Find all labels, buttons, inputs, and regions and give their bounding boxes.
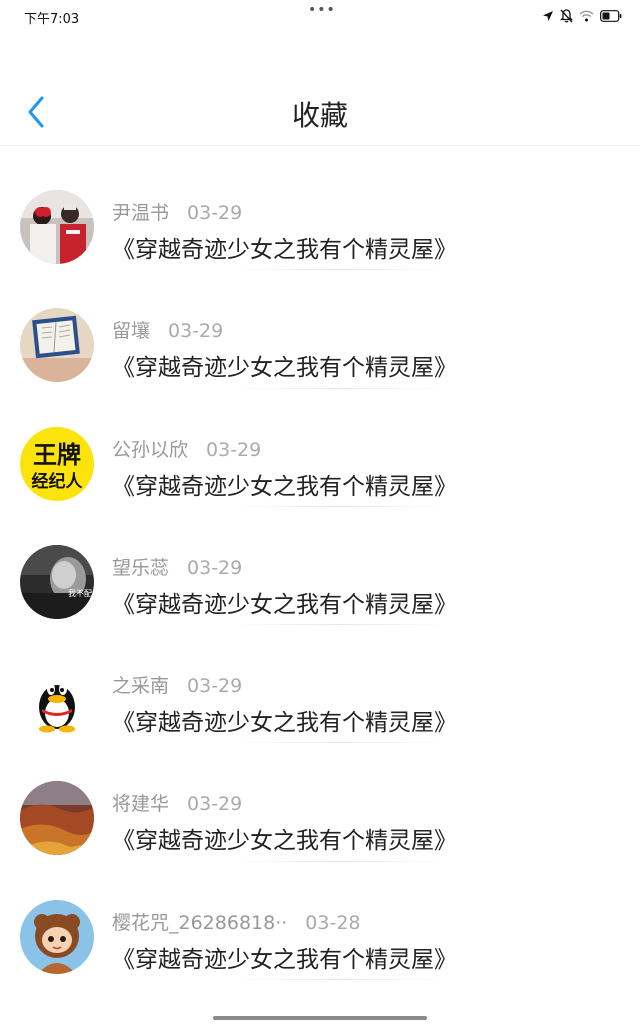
avatar[interactable]: 王牌 经纪人	[20, 426, 94, 501]
favorites-list: 尹温书 03-29 《穿越奇迹少女之我有个精灵屋》 留壤 03-29 《穿越奇迹…	[0, 150, 640, 981]
battery-icon	[600, 10, 622, 22]
book-title[interactable]: 《穿越奇迹少女之我有个精灵屋》	[112, 230, 457, 264]
status-time: 下午7:03	[24, 12, 80, 27]
username[interactable]: 留壤	[112, 316, 150, 343]
date: 03-29	[187, 202, 243, 224]
date: 03-29	[187, 793, 243, 816]
status-icons	[542, 8, 622, 24]
wifi-icon	[579, 10, 594, 22]
divider	[230, 979, 450, 981]
avatar[interactable]	[20, 781, 94, 856]
avatar[interactable]	[20, 663, 94, 738]
username[interactable]: 樱花咒_26286818··	[112, 908, 287, 935]
date: 03-29	[187, 556, 243, 579]
avatar[interactable]	[20, 899, 94, 974]
multitask-dots: •••	[308, 2, 336, 18]
date: 03-29	[187, 675, 243, 698]
item-meta: 公孙以欣 03-29	[112, 435, 261, 462]
book-title[interactable]: 《穿越奇迹少女之我有个精灵屋》	[112, 467, 457, 501]
page-title: 收藏	[291, 99, 348, 132]
item-meta: 之采南 03-29	[112, 671, 242, 698]
item-meta: 将建华 03-29	[112, 789, 242, 816]
nav-bar: 收藏	[0, 32, 640, 146]
avatar[interactable]	[20, 308, 94, 383]
avatar-caption: 我不配	[68, 588, 92, 598]
item-meta: 樱花咒_26286818·· 03-28	[112, 908, 361, 935]
item-meta: 望乐蕊 03-29	[112, 553, 242, 580]
status-bar: 下午7:03 •••	[0, 0, 640, 32]
username[interactable]: 尹温书	[112, 198, 169, 225]
username[interactable]: 望乐蕊	[112, 553, 169, 580]
username[interactable]: 公孙以欣	[112, 435, 188, 462]
list-item[interactable]: 我不配 望乐蕊 03-29 《穿越奇迹少女之我有个精灵屋》	[0, 505, 640, 626]
username[interactable]: 之采南	[112, 671, 169, 698]
avatar[interactable]: 我不配	[20, 544, 94, 619]
book-title[interactable]: 《穿越奇迹少女之我有个精灵屋》	[112, 703, 457, 737]
mute-icon	[560, 9, 573, 23]
avatar[interactable]	[20, 190, 94, 264]
avatar-text-bottom: 经纪人	[32, 471, 84, 492]
username[interactable]: 将建华	[112, 789, 169, 816]
item-meta: 尹温书 03-29	[112, 198, 242, 225]
item-meta: 留壤 03-29	[112, 316, 223, 343]
book-title[interactable]: 《穿越奇迹少女之我有个精灵屋》	[112, 940, 457, 974]
book-title[interactable]: 《穿越奇迹少女之我有个精灵屋》	[112, 348, 457, 382]
date: 03-29	[206, 438, 262, 461]
avatar-text-top: 王牌	[33, 441, 81, 469]
list-item[interactable]: 留壤 03-29 《穿越奇迹少女之我有个精灵屋》	[0, 268, 640, 389]
home-indicator[interactable]	[213, 1016, 427, 1020]
date: 03-28	[305, 911, 361, 934]
location-icon	[542, 10, 554, 22]
book-title[interactable]: 《穿越奇迹少女之我有个精灵屋》	[112, 821, 457, 855]
list-item[interactable]: 王牌 经纪人 公孙以欣 03-29 《穿越奇迹少女之我有个精灵屋》	[0, 387, 640, 507]
list-item[interactable]: 将建华 03-29 《穿越奇迹少女之我有个精灵屋》	[0, 741, 640, 862]
book-title[interactable]: 《穿越奇迹少女之我有个精灵屋》	[112, 585, 457, 619]
list-item[interactable]: 尹温书 03-29 《穿越奇迹少女之我有个精灵屋》	[0, 150, 640, 271]
list-item[interactable]: 樱花咒_26286818·· 03-28 《穿越奇迹少女之我有个精灵屋》	[0, 860, 640, 981]
date: 03-29	[168, 320, 224, 343]
list-item[interactable]: 之采南 03-29 《穿越奇迹少女之我有个精灵屋》	[0, 623, 640, 744]
